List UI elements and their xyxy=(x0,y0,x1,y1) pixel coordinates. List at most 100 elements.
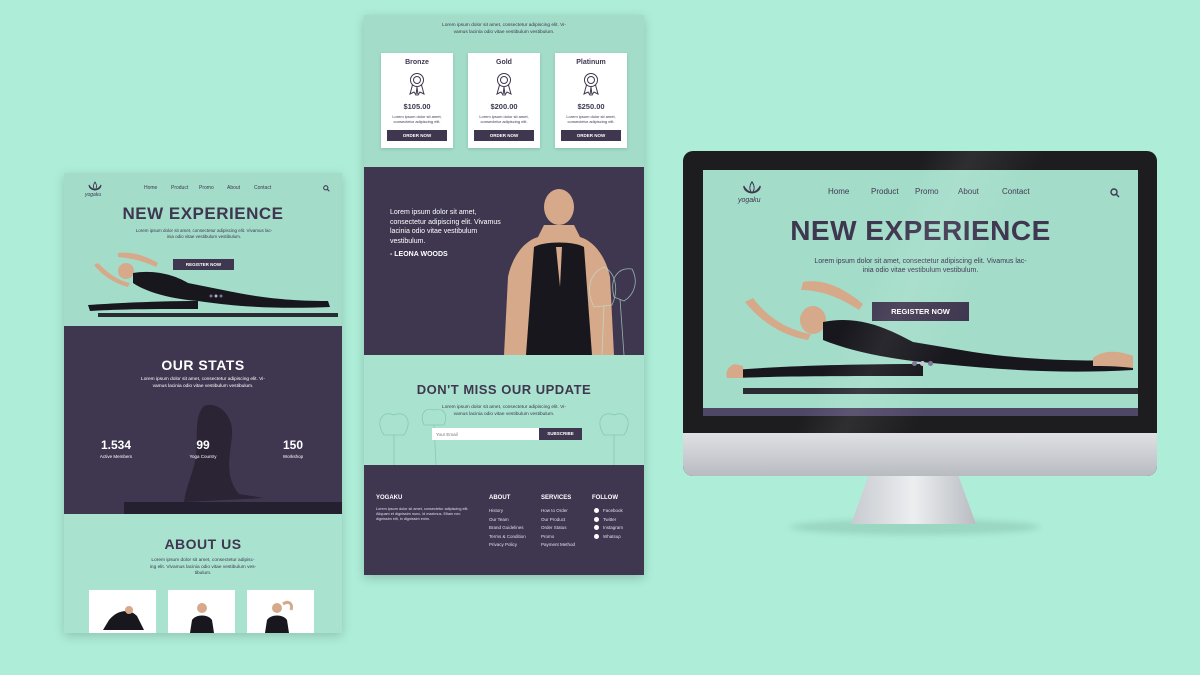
nav-about[interactable]: About xyxy=(227,185,240,191)
footer-brand-description: Lorem ipsum dolor sit amet, consectetur … xyxy=(376,507,469,521)
footer-about-links: History Our Team Brand Guidelines Terms … xyxy=(489,507,526,550)
footer-link-order-status[interactable]: Order Status xyxy=(541,524,575,533)
landing-page-preview-left: yogaku Home Product Promo About Contact … xyxy=(64,173,342,633)
slider-dot-3[interactable] xyxy=(928,361,933,366)
footer-link-our-product[interactable]: Our Product xyxy=(541,516,575,525)
facebook-icon xyxy=(594,508,599,514)
footer-follow-links: Facebook Twitter Instagram Whatsup xyxy=(594,507,623,541)
footer-link-privacy[interactable]: Privacy Policy xyxy=(489,541,526,550)
follow-label: Facebook xyxy=(603,508,623,513)
nav-contact[interactable]: Contact xyxy=(1002,187,1030,196)
footer-services-title: SERVICES xyxy=(541,495,572,501)
follow-label: Whatsup xyxy=(603,533,621,539)
nav-promo[interactable]: Promo xyxy=(915,187,939,196)
pricing-intro: Lorem ipsum dolor sit amet, consectetur … xyxy=(404,23,604,36)
email-input[interactable] xyxy=(432,428,540,440)
hero-section: yogaku Home Product Promo About Contact … xyxy=(64,173,342,326)
follow-whatsapp[interactable]: Whatsup xyxy=(594,533,623,542)
footer-link-terms[interactable]: Terms & Condition xyxy=(489,533,526,542)
search-icon[interactable] xyxy=(323,185,330,192)
footer-link-brand-guidelines[interactable]: Brand Guidelines xyxy=(489,524,526,533)
nav-promo[interactable]: Promo xyxy=(199,185,214,191)
nav-home[interactable]: Home xyxy=(144,185,157,191)
monitor-screen-hero: yogaku Home Product Promo About Contact … xyxy=(703,170,1138,416)
plan-price: $200.00 xyxy=(490,102,518,111)
footer-link-promo[interactable]: Promo xyxy=(541,533,575,542)
slider-dot-1[interactable] xyxy=(912,361,917,366)
nav-product[interactable]: Product xyxy=(171,185,188,191)
hero-title: NEW EXPERIENCE xyxy=(790,215,1051,246)
plan-description: Lorem ipsum dolor sit amet, consectetur … xyxy=(479,114,529,124)
follow-facebook[interactable]: Facebook xyxy=(594,507,623,516)
plan-description: Lorem ipsum dolor sit amet, consectetur … xyxy=(392,114,442,124)
footer-link-our-team[interactable]: Our Team xyxy=(489,516,526,525)
register-now-button[interactable]: REGISTER NOW xyxy=(872,302,969,321)
order-now-button[interactable]: ORDER NOW xyxy=(474,130,534,141)
monitor-stand xyxy=(851,476,976,524)
stat-active-members: 1.534 Active Members xyxy=(86,438,146,459)
footer-link-payment[interactable]: Payment Method xyxy=(541,541,575,550)
follow-label: Twitter xyxy=(603,516,617,522)
stat-yoga-country: 99 Yoga Country xyxy=(173,438,233,459)
yoga-pose-image xyxy=(88,252,338,317)
footer-brand: YOGAKU xyxy=(376,495,403,501)
stats-title: OUR STATS xyxy=(161,357,245,373)
footer-link-history[interactable]: History xyxy=(489,507,526,516)
register-now-button[interactable]: REGISTER NOW xyxy=(173,259,234,270)
quote-line1: Lorem ipsum dolor sit amet, xyxy=(390,209,477,216)
stats-desc-line2: vamus lacinia odio vitae vestibulum vest… xyxy=(152,383,254,389)
stats-description: Lorem ipsum dolor sit amet, consectetur … xyxy=(94,377,312,390)
screen-bottom-strip xyxy=(703,408,1138,416)
newsletter-title: DON'T MISS OUR UPDATE xyxy=(416,382,592,397)
instagram-icon xyxy=(594,525,599,531)
footer-follow-title: FOLLOW xyxy=(592,495,618,501)
whatsapp-icon xyxy=(594,533,599,539)
monitor-chin xyxy=(683,433,1157,476)
testimonial-quote: Lorem ipsum dolor sit amet, consectetur … xyxy=(390,208,520,246)
pricing-intro-line2: vamus lacinia odio vitae vestibulum vest… xyxy=(453,29,555,35)
stat-label: Active Members xyxy=(99,454,133,459)
follow-twitter[interactable]: Twitter xyxy=(594,516,623,525)
nav-contact[interactable]: Contact xyxy=(254,185,271,191)
about-photo-1 xyxy=(89,590,156,633)
stat-value: 1.534 xyxy=(100,438,132,452)
slider-dot-2-active[interactable] xyxy=(920,361,925,366)
nav-home[interactable]: Home xyxy=(828,187,849,196)
twitter-icon xyxy=(594,516,599,522)
plan-name: Gold xyxy=(496,59,512,66)
award-ribbon-icon xyxy=(583,73,599,96)
brand-name: yogaku xyxy=(85,192,102,198)
quote-line4: vestibulum. xyxy=(390,237,426,245)
hero-title: NEW EXPERIENCE xyxy=(122,204,284,223)
order-now-button[interactable]: ORDER NOW xyxy=(561,130,621,141)
follow-label: Instagram xyxy=(603,525,624,530)
plan-name: Platinum xyxy=(576,59,606,66)
yoga-pose-image xyxy=(726,281,1138,394)
subscribe-button[interactable]: SUBSCRIBE xyxy=(539,428,582,440)
testimonial-author: - LEONA WOODS xyxy=(390,251,448,258)
nav-product[interactable]: Product xyxy=(871,187,899,196)
order-now-button[interactable]: ORDER NOW xyxy=(387,130,447,141)
plan-price: $105.00 xyxy=(403,102,431,111)
pricing-card-platinum: Platinum $250.00 Lorem ipsum dolor sit a… xyxy=(555,53,627,148)
brand-name: yogaku xyxy=(738,197,761,204)
about-photo-2 xyxy=(168,590,235,633)
nav-about[interactable]: About xyxy=(958,187,979,196)
meditation-pose-image xyxy=(504,189,636,355)
hero-desc-line2: inia odio vitae vestibulum vestibulum. xyxy=(166,234,242,239)
stat-workshop: 150 Workshop xyxy=(263,438,323,459)
lotus-icon[interactable] xyxy=(741,180,763,196)
lotus-icon[interactable] xyxy=(87,181,103,192)
footer-link-how-to-order[interactable]: How to Order xyxy=(541,507,575,516)
footer-about-title: ABOUT xyxy=(489,495,511,501)
about-description: Lorem ipsum dolor sit amet, consectetur … xyxy=(124,558,282,578)
plan-name: Bronze xyxy=(405,59,429,66)
quote-line2: consectetur adipiscing elit. Vivamus xyxy=(390,218,501,226)
about-title: ABOUT US xyxy=(164,536,242,552)
search-icon[interactable] xyxy=(1110,188,1120,198)
award-ribbon-icon xyxy=(409,73,425,96)
about-section: ABOUT US Lorem ipsum dolor sit amet, con… xyxy=(64,514,342,633)
stat-label: Workshop xyxy=(282,454,304,459)
quote-line3: lacinia odio vitae vestibulum xyxy=(390,228,478,235)
follow-instagram[interactable]: Instagram xyxy=(594,524,623,533)
